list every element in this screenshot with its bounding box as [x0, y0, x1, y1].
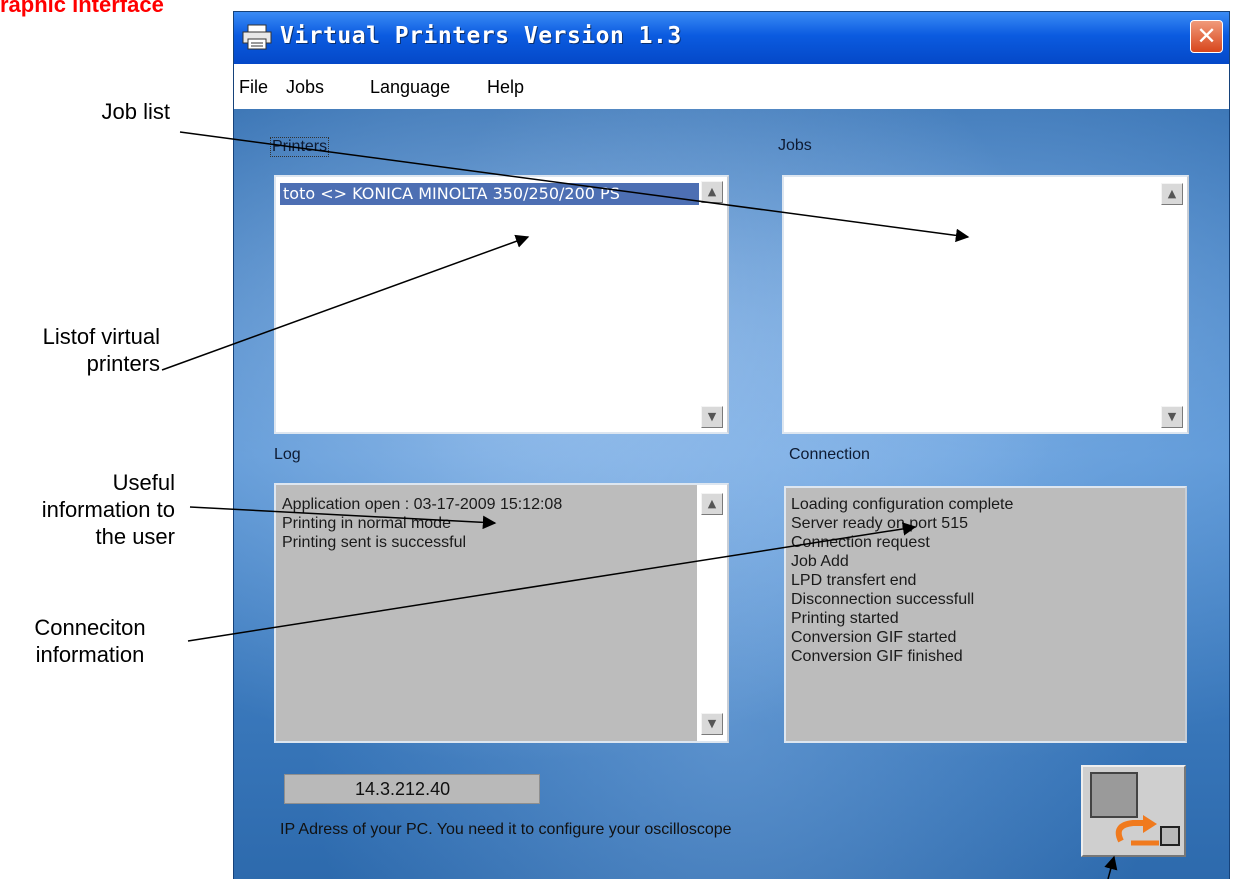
scroll-up-icon[interactable]: ▲: [1161, 183, 1183, 205]
log-label: Log: [274, 446, 301, 463]
callout-connection-info: Conneciton information: [10, 614, 170, 668]
log-line: Printing in normal mode: [282, 515, 451, 532]
close-icon: ✕: [1196, 22, 1217, 50]
log-scrollbar-track[interactable]: [697, 485, 727, 741]
client-area: Printers toto <> KONICA MINOLTA 350/250/…: [234, 109, 1229, 879]
menu-jobs[interactable]: Jobs: [286, 77, 324, 98]
callout-useful-line3: the user: [95, 524, 176, 549]
log-box[interactable]: Application open : 03-17-2009 15:12:08 P…: [274, 483, 729, 743]
scroll-up-icon[interactable]: ▲: [701, 493, 723, 515]
log-line: Printing sent is successful: [282, 534, 467, 551]
scroll-down-icon[interactable]: ▼: [1161, 406, 1183, 428]
jobs-label: Jobs: [778, 137, 812, 154]
printers-list[interactable]: toto <> KONICA MINOLTA 350/250/200 PS ▲ …: [274, 175, 729, 434]
connection-line: Job Add: [791, 553, 849, 570]
callout-printer-list: Listof virtual printers: [10, 323, 160, 377]
connection-line: Connection request: [791, 534, 930, 551]
printer-icon: [242, 24, 272, 50]
connection-line: Server ready on port 515: [791, 515, 968, 532]
refresh-button[interactable]: [1081, 765, 1186, 857]
connection-label: Connection: [789, 446, 870, 463]
connection-line: Printing started: [791, 610, 899, 627]
jobs-list[interactable]: ▲ ▼: [782, 175, 1189, 434]
close-button[interactable]: ✕: [1190, 20, 1223, 53]
window-title: Virtual Printers Version 1.3: [280, 23, 682, 49]
menu-file[interactable]: File: [239, 77, 268, 98]
ip-hint-text: IP Adress of your PC. You need it to con…: [280, 821, 732, 838]
callout-useful-info: Useful information to the user: [10, 469, 175, 550]
printers-label: Printers: [270, 137, 330, 157]
log-line: Application open : 03-17-2009 15:12:08: [282, 496, 563, 513]
callout-connection-line2: information: [35, 642, 145, 667]
callout-printer-list-line2: printers: [86, 351, 160, 376]
callout-useful-line1: Useful: [112, 470, 175, 495]
connection-line: LPD transfert end: [791, 572, 917, 589]
connection-line: Conversion GIF finished: [791, 648, 963, 665]
refresh-icon: [1083, 767, 1184, 860]
connection-line: Conversion GIF started: [791, 629, 957, 646]
scroll-down-icon[interactable]: ▼: [701, 406, 723, 428]
title-bar[interactable]: Virtual Printers Version 1.3 ✕: [234, 12, 1229, 64]
menu-bar: File Jobs Language Help: [234, 64, 1229, 110]
connection-line: Loading configuration complete: [791, 496, 1014, 513]
connection-box[interactable]: Loading configuration complete Server re…: [784, 486, 1187, 743]
page-heading: raphic interface: [0, 0, 164, 17]
menu-language[interactable]: Language: [370, 77, 450, 98]
callout-job-list: Job list: [101, 99, 170, 124]
scroll-down-icon[interactable]: ▼: [701, 713, 723, 735]
ip-address-field[interactable]: 14.3.212.40: [284, 774, 540, 804]
callout-connection-line1: Conneciton: [34, 615, 146, 640]
callout-useful-line2: information to: [41, 497, 175, 522]
printer-list-item[interactable]: toto <> KONICA MINOLTA 350/250/200 PS: [280, 183, 699, 205]
menu-help[interactable]: Help: [487, 77, 524, 98]
connection-line: Disconnection successfull: [791, 591, 975, 608]
callout-printer-list-line1: Listof virtual: [42, 324, 160, 349]
scroll-up-icon[interactable]: ▲: [701, 181, 723, 203]
